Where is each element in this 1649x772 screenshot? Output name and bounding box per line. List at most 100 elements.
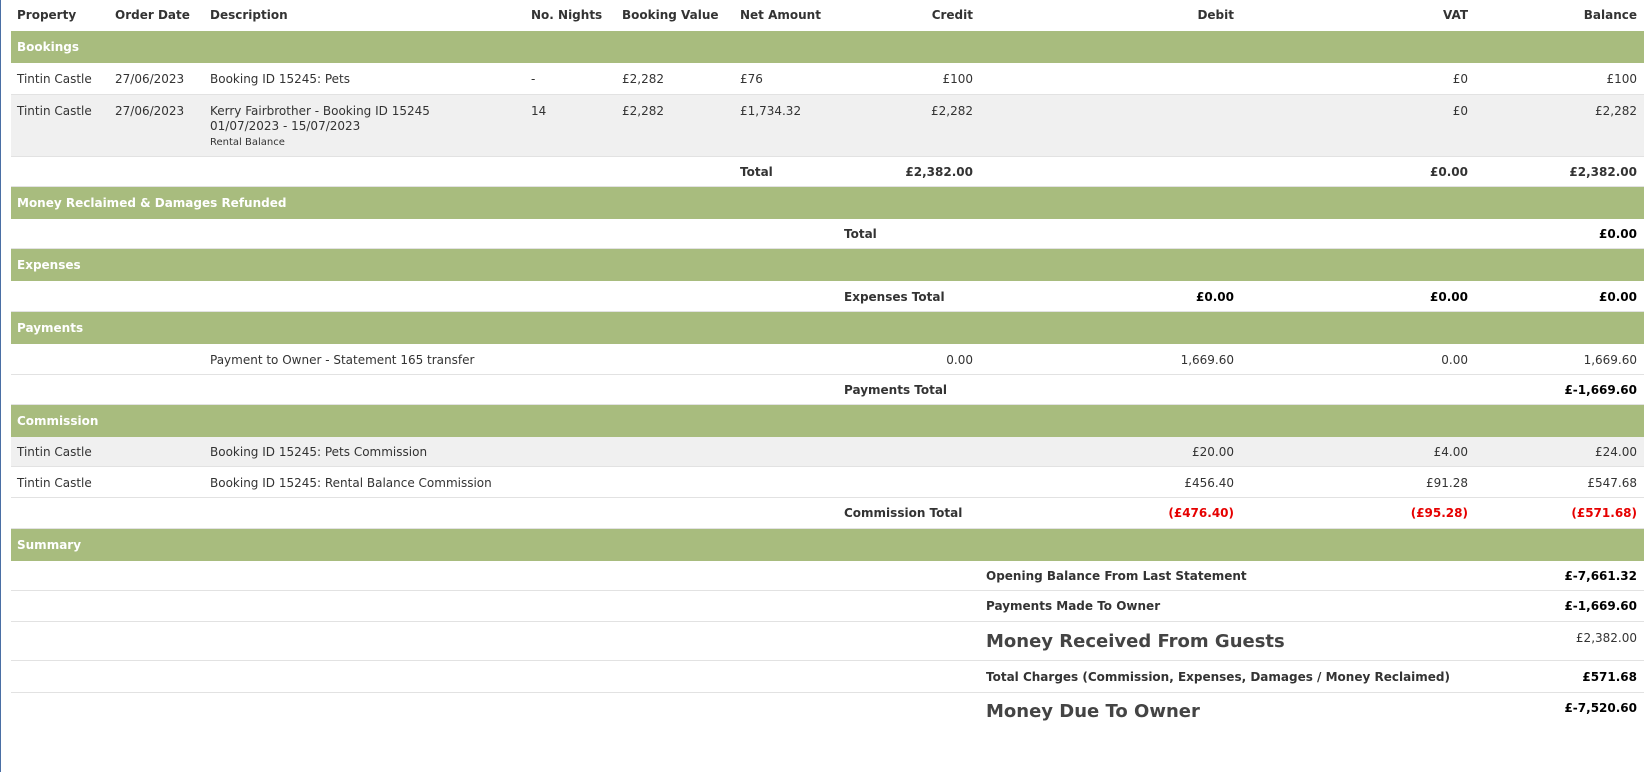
- cell-booking-value: £2,282: [622, 72, 664, 86]
- col-credit: Credit: [931, 8, 973, 22]
- table-row: Tintin Castle 27/06/2023 Kerry Fairbroth…: [11, 95, 1644, 157]
- total-label: Expenses Total: [844, 290, 945, 304]
- window-left-edge: [0, 0, 1, 772]
- col-booking-value: Booking Value: [622, 8, 719, 22]
- total-debit: £0.00: [1196, 290, 1234, 304]
- cell-nights: 14: [531, 104, 547, 118]
- cell-vat: £0: [1452, 104, 1468, 118]
- cell-credit: £2,282: [931, 104, 973, 118]
- cell-balance: £24.00: [1595, 445, 1637, 459]
- summary-value: £-1,669.60: [1564, 599, 1637, 613]
- cell-description-dates: 01/07/2023 - 15/07/2023: [210, 119, 361, 133]
- cell-description: Booking ID 15245: Pets Commission: [210, 445, 428, 459]
- cell-vat: 0.00: [1441, 353, 1468, 367]
- table-row: Payment to Owner - Statement 165 transfe…: [11, 344, 1644, 375]
- summary-label: Total Charges (Commission, Expenses, Dam…: [986, 670, 1450, 684]
- cell-vat: £4.00: [1433, 445, 1468, 459]
- cell-description: Booking ID 15245: Rental Balance Commiss…: [210, 476, 492, 490]
- summary-label: Money Received From Guests: [986, 631, 1285, 652]
- table-header: Property Order Date Description No. Nigh…: [11, 0, 1644, 31]
- cell-debit: £456.40: [1184, 476, 1234, 490]
- section-title: Expenses: [17, 258, 81, 272]
- cell-description: Payment to Owner - Statement 165 transfe…: [210, 353, 475, 367]
- col-order-date: Order Date: [115, 8, 190, 22]
- cell-booking-value: £2,282: [622, 104, 664, 118]
- section-payments: Payments: [11, 312, 1644, 344]
- cell-debit: 1,669.60: [1180, 353, 1234, 367]
- summary-label: Opening Balance From Last Statement: [986, 569, 1247, 583]
- cell-property: Tintin Castle: [17, 104, 92, 118]
- total-vat: (£95.28): [1410, 506, 1468, 520]
- cell-property: Tintin Castle: [17, 445, 92, 459]
- cell-property: Tintin Castle: [17, 72, 92, 86]
- cell-balance: £100: [1606, 72, 1637, 86]
- col-vat: VAT: [1442, 8, 1468, 22]
- col-property: Property: [17, 8, 77, 22]
- section-bookings: Bookings: [11, 31, 1644, 63]
- col-description: Description: [210, 8, 288, 22]
- cell-debit: £20.00: [1192, 445, 1234, 459]
- owner-statement-table: Property Order Date Description No. Nigh…: [11, 0, 1644, 733]
- total-balance: £0.00: [1599, 290, 1637, 304]
- col-no-nights: No. Nights: [531, 8, 603, 22]
- section-title: Payments: [17, 321, 84, 335]
- total-balance: (£571.68): [1571, 506, 1637, 520]
- total-label: Total: [844, 227, 877, 241]
- summary-opening-balance-row: Opening Balance From Last Statement £-7,…: [11, 561, 1644, 591]
- table-row: Tintin Castle Booking ID 15245: Pets Com…: [11, 437, 1644, 467]
- cell-property: Tintin Castle: [17, 476, 92, 490]
- col-debit: Debit: [1197, 8, 1234, 22]
- payments-total-row: Payments Total £-1,669.60: [11, 375, 1644, 405]
- commission-total-row: Commission Total (£476.40) (£95.28) (£57…: [11, 498, 1644, 529]
- cell-credit: 0.00: [946, 353, 973, 367]
- summary-charges-row: Total Charges (Commission, Expenses, Dam…: [11, 661, 1644, 693]
- summary-value: £2,382.00: [1575, 631, 1637, 645]
- cell-balance: 1,669.60: [1583, 353, 1637, 367]
- summary-label: Payments Made To Owner: [986, 599, 1161, 613]
- cell-vat: £91.28: [1426, 476, 1468, 490]
- cell-credit: £100: [942, 72, 973, 86]
- total-label: Total: [740, 165, 773, 179]
- total-label: Commission Total: [844, 506, 963, 520]
- summary-value: £571.68: [1582, 670, 1637, 684]
- bookings-total-row: Total £2,382.00 £0.00 £2,382.00: [11, 157, 1644, 187]
- cell-net-amount: £1,734.32: [740, 104, 802, 118]
- table-row: Tintin Castle Booking ID 15245: Rental B…: [11, 467, 1644, 498]
- total-balance: £0.00: [1599, 227, 1637, 241]
- cell-net-amount: £76: [740, 72, 763, 86]
- cell-description: Booking ID 15245: Pets: [210, 72, 351, 86]
- section-title: Bookings: [17, 40, 80, 54]
- cell-balance: £2,282: [1595, 104, 1637, 118]
- section-title: Summary: [17, 538, 82, 552]
- summary-label: Money Due To Owner: [986, 701, 1200, 722]
- section-money-reclaimed: Money Reclaimed & Damages Refunded: [11, 187, 1644, 219]
- summary-payments-row: Payments Made To Owner £-1,669.60: [11, 591, 1644, 622]
- summary-value: £-7,520.60: [1564, 701, 1637, 715]
- summary-received-row: Money Received From Guests £2,382.00: [11, 622, 1644, 661]
- summary-value: £-7,661.32: [1564, 569, 1637, 583]
- cell-vat: £0: [1452, 72, 1468, 86]
- section-title: Commission: [17, 414, 99, 428]
- table-row: Tintin Castle 27/06/2023 Booking ID 1524…: [11, 63, 1644, 95]
- money-reclaimed-total-row: Total £0.00: [11, 219, 1644, 249]
- section-title: Money Reclaimed & Damages Refunded: [17, 196, 287, 210]
- col-balance: Balance: [1583, 8, 1637, 22]
- expenses-total-row: Expenses Total £0.00 £0.00 £0.00: [11, 281, 1644, 312]
- section-commission: Commission: [11, 405, 1644, 437]
- col-net-amount: Net Amount: [740, 8, 821, 22]
- cell-nights: -: [531, 72, 536, 86]
- summary-due-row: Money Due To Owner £-7,520.60: [11, 693, 1644, 733]
- cell-description: Kerry Fairbrother - Booking ID 15245: [210, 104, 430, 118]
- cell-description-type: Rental Balance: [210, 137, 285, 148]
- total-balance: £2,382.00: [1569, 165, 1637, 179]
- total-vat: £0.00: [1430, 290, 1468, 304]
- total-balance: £-1,669.60: [1564, 383, 1637, 397]
- cell-order-date: 27/06/2023: [115, 72, 185, 86]
- section-expenses: Expenses: [11, 249, 1644, 281]
- total-credit: £2,382.00: [905, 165, 973, 179]
- section-summary: Summary: [11, 529, 1644, 561]
- total-label: Payments Total: [844, 383, 948, 397]
- cell-balance: £547.68: [1587, 476, 1637, 490]
- total-vat: £0.00: [1430, 165, 1468, 179]
- cell-order-date: 27/06/2023: [115, 104, 185, 118]
